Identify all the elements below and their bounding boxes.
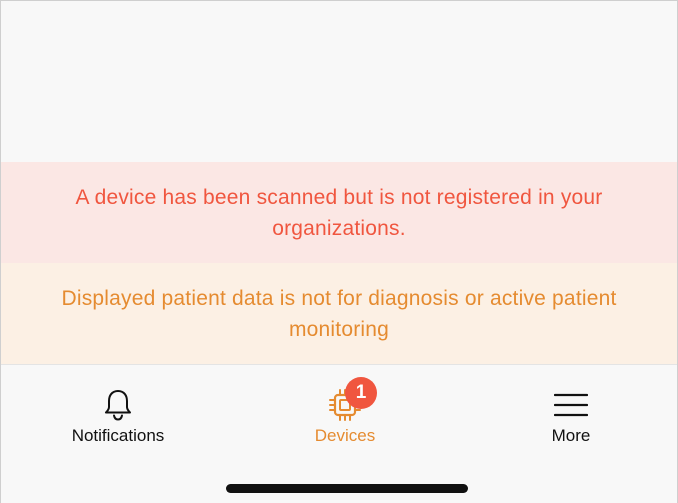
hamburger-menu-icon: [551, 385, 591, 425]
disclaimer-banner: Displayed patient data is not for diagno…: [0, 263, 678, 364]
tab-notifications[interactable]: Notifications: [38, 385, 198, 451]
device-chip-icon: 1: [325, 377, 377, 425]
content-area: [0, 0, 678, 162]
unregistered-device-message: A device has been scanned but is not reg…: [75, 185, 603, 240]
unregistered-device-banner: A device has been scanned but is not reg…: [0, 162, 678, 263]
tab-more[interactable]: More: [491, 385, 651, 451]
home-indicator[interactable]: [226, 484, 468, 493]
tab-devices-label: Devices: [314, 426, 376, 445]
bottom-tab-bar: Notifications 1 Devices More: [0, 364, 678, 503]
disclaimer-message: Displayed patient data is not for diagno…: [61, 286, 617, 341]
devices-count-badge: 1: [345, 377, 377, 409]
tab-notifications-label: Notifications: [71, 426, 165, 445]
bell-icon: [98, 385, 138, 425]
tab-more-label: More: [551, 426, 591, 445]
tab-devices[interactable]: 1 Devices: [265, 377, 425, 451]
